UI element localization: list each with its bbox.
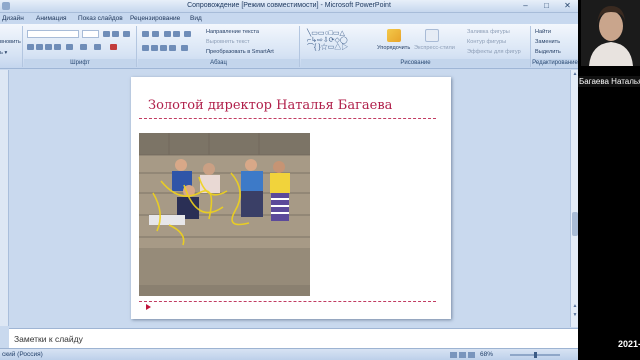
increase-indent-icon[interactable] [173, 31, 180, 37]
select-button[interactable]: Выделить [535, 49, 561, 55]
quick-styles-button[interactable]: Экспресс-стили [414, 45, 455, 51]
smartart-button[interactable]: Преобразовать в SmartArt [206, 49, 274, 55]
zoom-slider[interactable] [510, 352, 560, 358]
shapes-gallery[interactable]: ╲▭▭○□▭△ ⌐↳⇨⇩⟳◇◯ ⌒{ }☆▭△▷ [307, 30, 348, 51]
title-bar: Сопровождение [Режим совместимости] - Mi… [0, 0, 578, 13]
group-drawing: ╲▭▭○□▭△ ⌐↳⇨⇩⟳◇◯ ⌒{ }☆▭△▷ Упорядочить Экспр… [301, 26, 531, 67]
maximize-button[interactable]: □ [540, 1, 553, 11]
shape-fill-button[interactable]: Заливка фигуры [467, 29, 510, 35]
shadow-icon[interactable] [66, 44, 73, 50]
zoom-level[interactable]: 68% [480, 351, 493, 358]
group-editing: Найти Заменить Выделить Редактирование [532, 26, 578, 67]
zoom-thumb[interactable] [534, 352, 537, 358]
tab-slideshow[interactable]: Показ слайдов [78, 15, 123, 22]
notes-pane[interactable]: Заметки к слайду [9, 328, 578, 348]
powerpoint-window: Сопровождение [Режим совместимости] - Mi… [0, 0, 578, 360]
font-family-combo[interactable] [27, 30, 79, 38]
window-title: Сопровождение [Режим совместимости] - Mi… [187, 2, 391, 9]
participant-video-graphic [581, 0, 640, 66]
bullet-arrow-icon [146, 304, 151, 310]
close-button[interactable]: ✕ [561, 1, 574, 11]
arrange-icon[interactable] [387, 29, 401, 42]
ribbon: вновить ь ▾ Шрифт Направление текста Выр… [0, 24, 578, 69]
participant-video[interactable] [581, 0, 640, 66]
photo-graphic [139, 133, 310, 296]
group-drawing-label: Рисование [301, 59, 530, 67]
columns-icon[interactable] [181, 45, 188, 51]
underline-icon[interactable] [45, 44, 52, 50]
strikethrough-icon[interactable] [54, 44, 61, 50]
align-text-button[interactable]: Выровнять текст [206, 39, 250, 45]
font-color-icon[interactable] [110, 44, 117, 50]
quick-styles-icon[interactable] [425, 29, 439, 42]
group-paragraph-label: Абзац [138, 59, 299, 67]
minimize-button[interactable]: – [519, 1, 532, 11]
decrease-indent-icon[interactable] [164, 31, 171, 37]
tab-animation[interactable]: Анимация [36, 15, 67, 22]
text-direction-button[interactable]: Направление текста [206, 29, 259, 35]
bullets-icon[interactable] [142, 31, 149, 37]
group-slides: вновить ь ▾ [0, 26, 23, 67]
slides-fragment-label: ь ▾ [0, 50, 8, 56]
shape-effects-button[interactable]: Эффекты для фигур [467, 49, 521, 55]
replace-button[interactable]: Заменить [535, 39, 560, 45]
group-editing-label: Редактирование [532, 59, 578, 67]
next-slide-icon[interactable]: ▼ [571, 311, 578, 319]
slide-title[interactable]: Золотой директор Наталья Багаева [148, 98, 392, 113]
slide-canvas[interactable]: Золотой директор Наталья Багаева [131, 77, 451, 319]
grow-font-icon[interactable] [103, 31, 110, 37]
notes-placeholder[interactable]: Заметки к слайду [14, 334, 83, 344]
video-call-panel: Багаева Наталья 2021- [578, 0, 640, 360]
arrange-button[interactable]: Упорядочить [377, 45, 410, 51]
tab-design[interactable]: Дизайн [2, 15, 24, 22]
group-font-label: Шрифт [24, 59, 136, 67]
participant-name: Багаева Наталья [578, 76, 640, 87]
line-spacing-icon[interactable] [184, 31, 191, 37]
title-divider [139, 118, 436, 119]
case-icon[interactable] [94, 44, 101, 50]
footer-divider [139, 301, 436, 302]
align-center-icon[interactable] [151, 45, 158, 51]
language-indicator[interactable]: ский (Россия) [2, 351, 43, 358]
shape-outline-button[interactable]: Контур фигуры [467, 39, 506, 45]
clear-format-icon[interactable] [123, 31, 130, 37]
shrink-font-icon[interactable] [112, 31, 119, 37]
sorter-view-icon[interactable] [459, 352, 466, 358]
ribbon-tabs: Дизайн Анимация Показ слайдов Рецензиров… [0, 13, 578, 24]
scroll-down-icon[interactable]: ▲ [571, 302, 578, 310]
group-font: Шрифт [24, 26, 137, 67]
vertical-scrollbar[interactable]: ▲ ▲ ▼ [570, 70, 578, 327]
status-bar: ский (Россия) 68% [0, 348, 578, 360]
slideshow-view-icon[interactable] [468, 352, 475, 358]
refresh-label[interactable]: вновить [0, 39, 21, 45]
tab-view[interactable]: Вид [190, 15, 202, 22]
clock: 2021- [618, 339, 640, 349]
slides-pane-collapsed[interactable] [0, 70, 9, 326]
group-photo[interactable] [139, 133, 310, 296]
tab-review[interactable]: Рецензирование [130, 15, 180, 22]
align-left-icon[interactable] [142, 45, 149, 51]
font-size-combo[interactable] [82, 30, 99, 38]
scroll-up-icon[interactable]: ▲ [571, 70, 578, 78]
group-paragraph: Направление текста Выровнять текст Преоб… [138, 26, 300, 67]
align-right-icon[interactable] [160, 45, 167, 51]
spacing-icon[interactable] [80, 44, 87, 50]
normal-view-icon[interactable] [450, 352, 457, 358]
find-button[interactable]: Найти [535, 29, 551, 35]
italic-icon[interactable] [36, 44, 43, 50]
bold-icon[interactable] [27, 44, 34, 50]
justify-icon[interactable] [169, 45, 176, 51]
numbering-icon[interactable] [152, 31, 159, 37]
